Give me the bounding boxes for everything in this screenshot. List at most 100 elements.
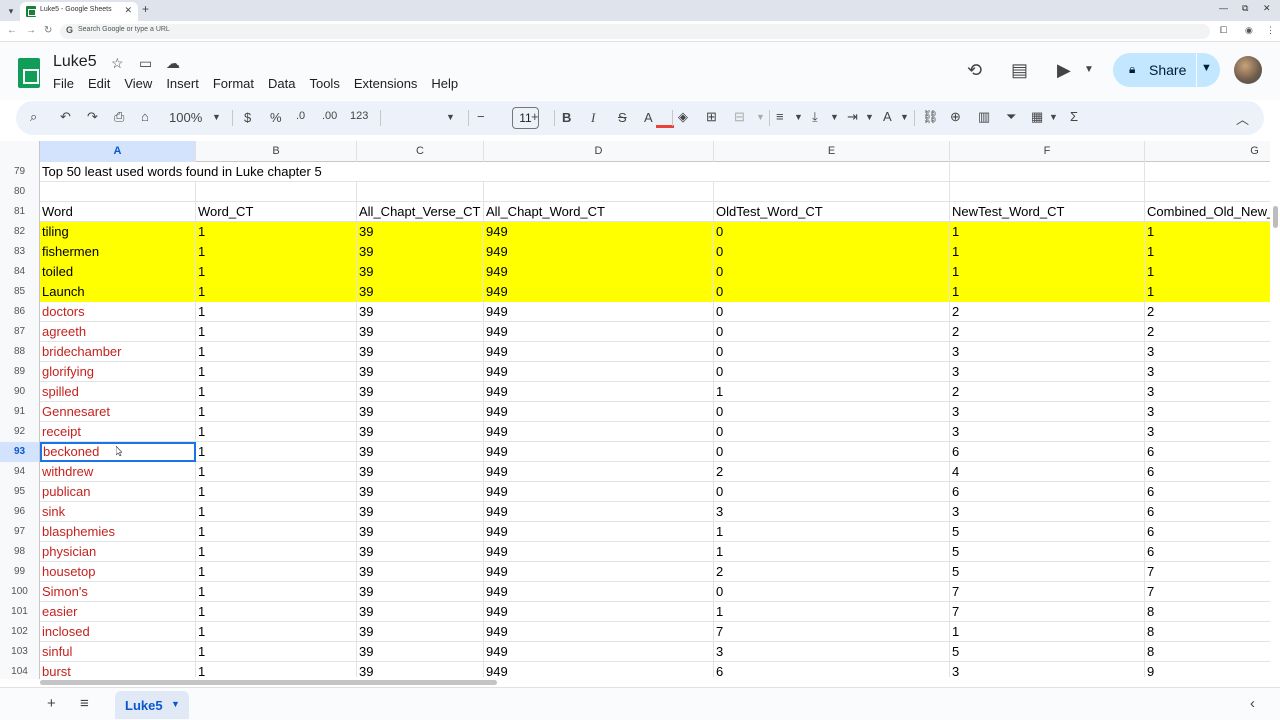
number-cell[interactable]: 39 xyxy=(357,582,484,602)
tab-search-icon[interactable]: ▾ xyxy=(4,4,18,18)
number-cell[interactable]: 5 xyxy=(950,642,1145,662)
number-cell[interactable]: 1 xyxy=(196,622,357,642)
number-cell[interactable]: 1 xyxy=(950,622,1145,642)
number-cell[interactable]: 949 xyxy=(484,262,714,282)
valign-caret-icon[interactable]: ▼ xyxy=(830,112,839,122)
number-cell[interactable]: 1 xyxy=(196,442,357,462)
number-cell[interactable]: 949 xyxy=(484,542,714,562)
number-cell[interactable]: 6 xyxy=(1145,462,1270,482)
merge-cells-icon[interactable]: ⊟ xyxy=(734,109,745,125)
strikethrough-button[interactable]: S xyxy=(618,110,627,125)
print-icon[interactable]: ⎙ xyxy=(114,109,124,125)
number-cell[interactable]: 39 xyxy=(357,542,484,562)
header-cell[interactable]: All_Chapt_Word_CT xyxy=(484,202,714,222)
word-cell[interactable]: sinful xyxy=(40,642,196,662)
number-cell[interactable]: 7 xyxy=(714,622,950,642)
row-header[interactable]: 88 xyxy=(0,342,40,362)
word-cell[interactable]: receipt xyxy=(40,422,196,442)
number-cell[interactable]: 1 xyxy=(196,642,357,662)
filter-views-caret-icon[interactable]: ▼ xyxy=(1049,112,1058,122)
number-cell[interactable]: 3 xyxy=(950,502,1145,522)
text-wrapping-icon[interactable]: ⇥ xyxy=(847,109,858,125)
number-cell[interactable]: 7 xyxy=(950,602,1145,622)
insert-link-icon[interactable]: ⛓ xyxy=(922,109,939,125)
comments-icon[interactable]: ▤ xyxy=(1011,60,1028,81)
number-cell[interactable]: 3 xyxy=(714,642,950,662)
wrap-caret-icon[interactable]: ▼ xyxy=(865,112,874,122)
menu-view[interactable]: View xyxy=(124,76,152,94)
header-cell[interactable]: All_Chapt_Verse_CT xyxy=(357,202,484,222)
number-cell[interactable]: 949 xyxy=(484,342,714,362)
number-cell[interactable]: 949 xyxy=(484,502,714,522)
grid-cell[interactable] xyxy=(714,182,950,202)
number-cell[interactable]: 39 xyxy=(357,222,484,242)
number-cell[interactable]: 5 xyxy=(950,522,1145,542)
row-header[interactable]: 95 xyxy=(0,482,40,502)
number-cell[interactable]: 2 xyxy=(950,322,1145,342)
vertical-scrollbar[interactable] xyxy=(1270,141,1280,679)
row-header[interactable]: 99 xyxy=(0,562,40,582)
number-cell[interactable]: 3 xyxy=(950,422,1145,442)
word-cell[interactable]: Simon's xyxy=(40,582,196,602)
column-header-d[interactable]: D xyxy=(484,141,714,162)
number-cell[interactable]: 949 xyxy=(484,462,714,482)
number-cell[interactable]: 7 xyxy=(950,582,1145,602)
column-header-a[interactable]: A xyxy=(40,141,196,162)
number-cell[interactable]: 0 xyxy=(714,282,950,302)
number-cell[interactable]: 949 xyxy=(484,562,714,582)
number-cell[interactable]: 0 xyxy=(714,242,950,262)
row-header[interactable]: 97 xyxy=(0,522,40,542)
word-cell[interactable]: withdrew xyxy=(40,462,196,482)
number-cell[interactable]: 7 xyxy=(1145,562,1270,582)
number-cell[interactable]: 0 xyxy=(714,342,950,362)
menu-extensions[interactable]: Extensions xyxy=(354,76,418,94)
word-cell[interactable]: fishermen xyxy=(40,242,196,262)
number-cell[interactable]: 3 xyxy=(950,342,1145,362)
number-cell[interactable]: 39 xyxy=(357,622,484,642)
number-cell[interactable]: 6 xyxy=(1145,482,1270,502)
number-cell[interactable]: 39 xyxy=(357,282,484,302)
filter-views-icon[interactable]: ▦ xyxy=(1031,109,1043,125)
rotation-caret-icon[interactable]: ▼ xyxy=(900,112,909,122)
number-cell[interactable]: 949 xyxy=(484,322,714,342)
text-rotation-icon[interactable]: A xyxy=(883,109,892,124)
grid-cell[interactable] xyxy=(357,182,484,202)
browser-tab[interactable]: Luke5 - Google Sheets ✕ xyxy=(20,2,138,21)
avatar[interactable] xyxy=(1234,56,1262,84)
number-cell[interactable]: 949 xyxy=(484,282,714,302)
number-cell[interactable]: 8 xyxy=(1145,602,1270,622)
number-cell[interactable]: 39 xyxy=(357,462,484,482)
word-cell[interactable]: physician xyxy=(40,542,196,562)
halign-caret-icon[interactable]: ▼ xyxy=(794,112,803,122)
number-cell[interactable]: 1 xyxy=(950,262,1145,282)
word-cell[interactable]: agreeth xyxy=(40,322,196,342)
number-cell[interactable]: 1 xyxy=(196,422,357,442)
select-all-corner[interactable] xyxy=(0,141,40,162)
number-cell[interactable]: 1 xyxy=(714,602,950,622)
number-cell[interactable]: 1 xyxy=(196,582,357,602)
increase-font-size-icon[interactable]: + xyxy=(531,109,539,124)
row-header[interactable]: 89 xyxy=(0,362,40,382)
number-cell[interactable]: 0 xyxy=(714,222,950,242)
number-cell[interactable]: 1 xyxy=(950,242,1145,262)
number-cell[interactable]: 0 xyxy=(714,442,950,462)
number-cell[interactable]: 949 xyxy=(484,242,714,262)
header-cell[interactable]: Word xyxy=(40,202,196,222)
decrease-decimal-button[interactable]: .0 xyxy=(296,110,305,122)
number-cell[interactable]: 1 xyxy=(196,222,357,242)
number-cell[interactable]: 39 xyxy=(357,502,484,522)
all-sheets-icon[interactable]: ≡ xyxy=(80,695,89,712)
number-cell[interactable]: 3 xyxy=(950,362,1145,382)
number-cell[interactable]: 1 xyxy=(196,302,357,322)
row-header[interactable]: 80 xyxy=(0,182,40,202)
window-close-icon[interactable]: ✕ xyxy=(1263,3,1271,14)
vertical-scroll-thumb[interactable] xyxy=(1273,206,1278,228)
number-cell[interactable]: 0 xyxy=(714,362,950,382)
version-history-icon[interactable]: ⟲ xyxy=(967,60,982,81)
number-cell[interactable]: 0 xyxy=(714,262,950,282)
number-cell[interactable]: 39 xyxy=(357,322,484,342)
number-cell[interactable]: 6 xyxy=(1145,542,1270,562)
word-cell[interactable]: Launch xyxy=(40,282,196,302)
insert-comment-icon[interactable]: ⊕ xyxy=(950,109,961,125)
number-cell[interactable]: 1 xyxy=(714,522,950,542)
